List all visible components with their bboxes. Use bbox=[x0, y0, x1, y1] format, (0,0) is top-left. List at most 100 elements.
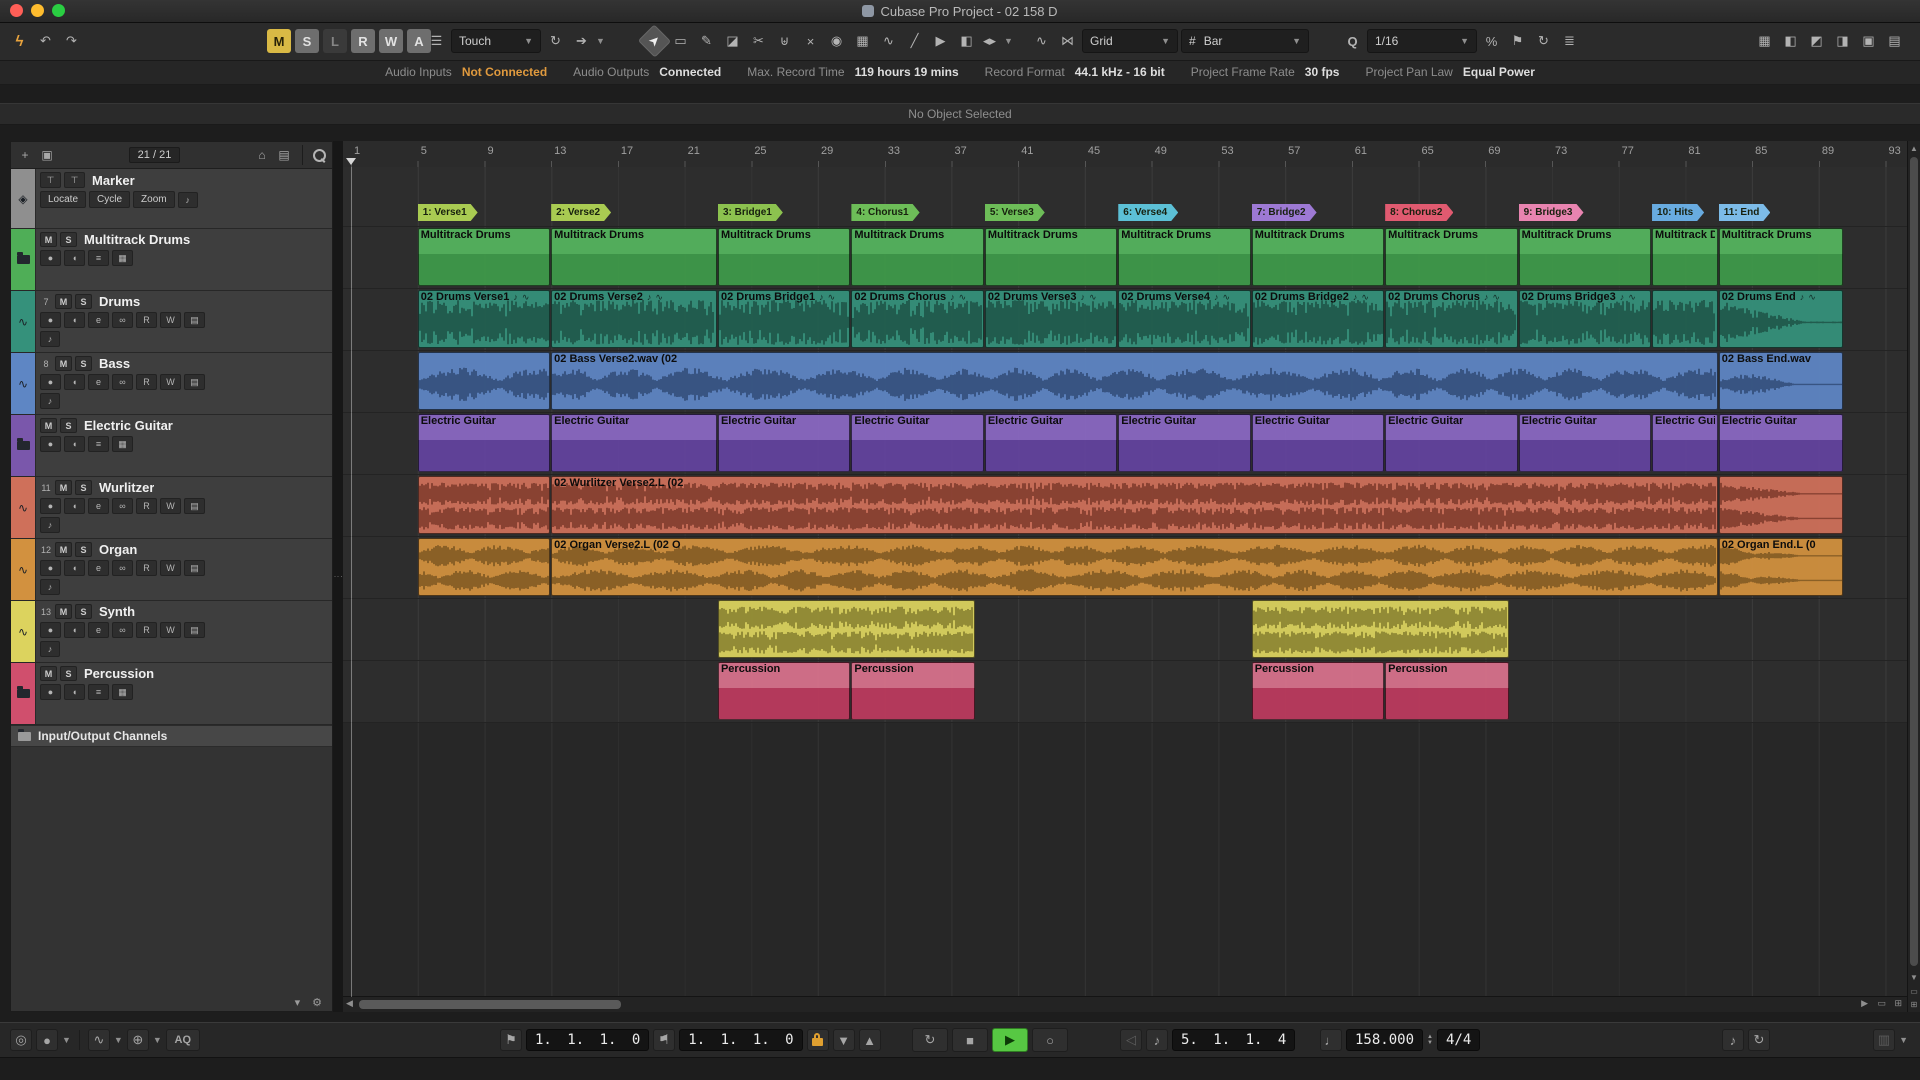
zoom-tool-icon[interactable]: ◉ bbox=[825, 29, 848, 53]
marker-6[interactable]: 6: Verse4 bbox=[1118, 204, 1178, 221]
marker-10[interactable]: 10: Hits bbox=[1652, 204, 1704, 221]
reset-quantize-icon[interactable]: ↻ bbox=[1532, 29, 1555, 53]
automation-return-icon[interactable]: ↻ bbox=[544, 29, 567, 53]
vertical-zoom-icon[interactable]: ▭ bbox=[1908, 987, 1920, 996]
split-tool-icon[interactable]: ✂ bbox=[747, 29, 770, 53]
cycle-button[interactable]: ↻ bbox=[912, 1028, 948, 1052]
panel-resize-handle[interactable]: ⋮ bbox=[333, 141, 343, 1012]
event-drums-11[interactable]: 02 Drums End♪∿ bbox=[1719, 290, 1843, 348]
event-electric-guitar-4[interactable]: Electric Guitar bbox=[851, 414, 983, 472]
event-multitrack-drums-3[interactable]: Multitrack Drums bbox=[718, 228, 850, 286]
cycle-button[interactable]: Cycle bbox=[89, 191, 130, 208]
event-electric-guitar-5[interactable]: Electric Guitar bbox=[985, 414, 1117, 472]
event-synth-2[interactable] bbox=[1252, 600, 1510, 658]
scroll-right-icon[interactable]: ▶ bbox=[1861, 998, 1868, 1009]
automation-mode-dropdown[interactable]: Touch ▼ bbox=[451, 29, 541, 53]
nudge-palette-button[interactable]: ◂▸ bbox=[978, 29, 1001, 53]
zoom-preset-icon[interactable]: ▭ bbox=[1877, 998, 1886, 1009]
zoom-button[interactable]: Zoom bbox=[133, 191, 175, 208]
event-drums-8[interactable]: 02 Drums Chorus♪∿ bbox=[1385, 290, 1517, 348]
record-enable-icon[interactable]: ● bbox=[40, 250, 61, 266]
mute-button[interactable]: M bbox=[55, 604, 72, 619]
insert-bypass-icon[interactable]: ∞ bbox=[112, 312, 133, 328]
timebase-musical-icon[interactable]: ♪ bbox=[40, 331, 60, 347]
read-automation-icon[interactable]: R bbox=[136, 312, 157, 328]
event-multitrack-drums-2[interactable]: Multitrack Drums bbox=[551, 228, 717, 286]
solo-button[interactable]: S bbox=[75, 356, 92, 371]
event-multitrack-drums-5[interactable]: Multitrack Drums bbox=[985, 228, 1117, 286]
mixer-w-button[interactable]: W bbox=[379, 29, 403, 53]
event-organ-1[interactable] bbox=[418, 538, 550, 596]
audio-performance-button[interactable]: ∿ bbox=[88, 1029, 110, 1051]
lanes-icon[interactable]: ▤ bbox=[184, 560, 205, 576]
read-automation-icon[interactable]: R bbox=[136, 374, 157, 390]
locate-button[interactable]: Locate bbox=[40, 191, 86, 208]
solo-button[interactable]: S bbox=[75, 294, 92, 309]
event-wurlitzer-2[interactable]: 02 Wurlitzer Verse2.L (02 bbox=[551, 476, 1718, 534]
event-drums-5[interactable]: 02 Drums Verse3♪∿ bbox=[985, 290, 1117, 348]
track-drums[interactable]: ∿7MSDrums●◖e∞RW▤♪ bbox=[11, 291, 332, 353]
vertical-scroll-thumb[interactable] bbox=[1910, 157, 1918, 966]
snap-to-zero-crossing-icon[interactable]: ∿ bbox=[1030, 29, 1053, 53]
right-zone-icon[interactable]: ◨ bbox=[1831, 29, 1854, 53]
event-synth-1[interactable] bbox=[718, 600, 976, 658]
track-filter-icon[interactable]: ▤ bbox=[276, 148, 292, 162]
grid-type-dropdown[interactable]: # Bar ▼ bbox=[1181, 29, 1309, 53]
record-enable-icon[interactable]: ● bbox=[40, 312, 61, 328]
pre-roll-icon[interactable]: ◁ bbox=[1120, 1029, 1142, 1051]
glue-tool-icon[interactable]: ⊎ bbox=[773, 29, 796, 53]
quantize-flag-icon[interactable]: ⚑ bbox=[1506, 29, 1529, 53]
insert-bypass-icon[interactable]: ∞ bbox=[112, 498, 133, 514]
record-enable-icon[interactable]: ● bbox=[40, 498, 61, 514]
mixer-s-button[interactable]: S bbox=[295, 29, 319, 53]
event-drums-7[interactable]: 02 Drums Bridge2♪∿ bbox=[1252, 290, 1384, 348]
tempo-track-icon[interactable]: ♩ bbox=[1320, 1029, 1342, 1051]
event-electric-guitar-9[interactable]: Electric Guitar bbox=[1519, 414, 1651, 472]
event-organ-3[interactable]: 02 Organ End.L (0 bbox=[1719, 538, 1843, 596]
monitor-icon[interactable]: ◖ bbox=[64, 374, 85, 390]
punch-filter-icon[interactable]: ▼ bbox=[833, 1029, 855, 1051]
insert-bypass-icon[interactable]: ∞ bbox=[112, 374, 133, 390]
monitor-icon[interactable]: ◖ bbox=[64, 684, 85, 700]
track-multitrack-drums[interactable]: MSMultitrack Drums●◖≡▦ bbox=[11, 229, 332, 291]
event-drums-9[interactable]: 02 Drums Bridge3♪∿ bbox=[1519, 290, 1651, 348]
edit-channel-icon[interactable]: e bbox=[88, 374, 109, 390]
musical-position-icon[interactable]: ♪ bbox=[1146, 1029, 1168, 1051]
undo-button[interactable]: ↶ bbox=[34, 29, 57, 53]
solo-button[interactable]: S bbox=[75, 604, 92, 619]
edit-channel-icon[interactable]: e bbox=[88, 312, 109, 328]
record-enable-icon[interactable]: ● bbox=[40, 436, 61, 452]
mute-button[interactable]: M bbox=[55, 294, 72, 309]
event-multitrack-drums-11[interactable]: Multitrack Drums bbox=[1719, 228, 1843, 286]
event-multitrack-drums-4[interactable]: Multitrack Drums bbox=[851, 228, 983, 286]
event-wurlitzer-1[interactable] bbox=[418, 476, 550, 534]
mute-button[interactable]: M bbox=[40, 232, 57, 247]
color-tool-icon[interactable]: ◧ bbox=[955, 29, 978, 53]
solo-button[interactable]: S bbox=[60, 232, 77, 247]
scroll-left-icon[interactable]: ◀ bbox=[346, 998, 353, 1009]
lower-zone-icon[interactable]: ◩ bbox=[1805, 29, 1828, 53]
right-locator-display[interactable]: 1. 1. 1. 0 bbox=[679, 1029, 802, 1051]
event-bass-1[interactable] bbox=[418, 352, 550, 410]
lanes-icon[interactable]: ▤ bbox=[184, 622, 205, 638]
scroll-up-icon[interactable]: ▲ bbox=[1908, 144, 1920, 153]
mute-button[interactable]: M bbox=[40, 418, 57, 433]
record-modes-button[interactable]: ● bbox=[36, 1029, 58, 1051]
horizontal-scrollbar[interactable]: ◀ ▶ ▭ ⊞ bbox=[343, 996, 1908, 1012]
scroll-down-icon[interactable]: ▼ bbox=[1908, 973, 1920, 982]
marker-7[interactable]: 7: Bridge2 bbox=[1252, 204, 1317, 221]
event-bass-3[interactable]: 02 Bass End.wav bbox=[1719, 352, 1843, 410]
solo-button[interactable]: S bbox=[60, 418, 77, 433]
event-multitrack-drums-1[interactable]: Multitrack Drums bbox=[418, 228, 550, 286]
monitor-icon[interactable]: ◖ bbox=[64, 560, 85, 576]
edit-channel-icon[interactable]: e bbox=[88, 498, 109, 514]
event-electric-guitar-6[interactable]: Electric Guitar bbox=[1118, 414, 1250, 472]
event-drums-10[interactable] bbox=[1652, 290, 1718, 348]
event-percussion-2[interactable]: Percussion bbox=[851, 662, 975, 720]
comp-tool-icon[interactable]: ▦ bbox=[851, 29, 874, 53]
home-zoom-icon[interactable]: ⌂ bbox=[254, 148, 270, 162]
solo-button[interactable]: S bbox=[60, 666, 77, 681]
audio-activity-icon[interactable]: ϟ bbox=[8, 29, 31, 53]
marker-2[interactable]: 2: Verse2 bbox=[551, 204, 611, 221]
event-multitrack-drums-6[interactable]: Multitrack Drums bbox=[1118, 228, 1250, 286]
